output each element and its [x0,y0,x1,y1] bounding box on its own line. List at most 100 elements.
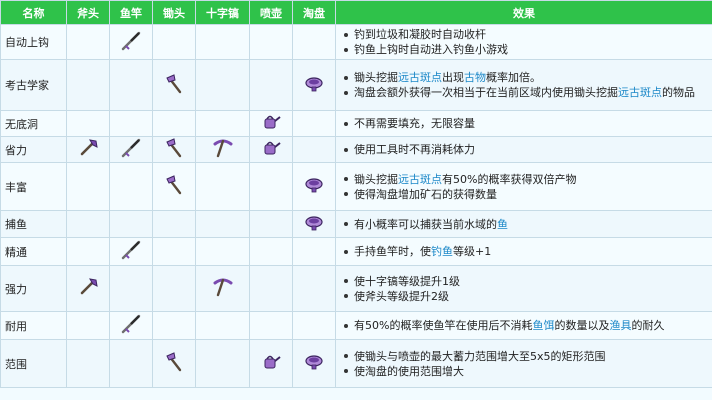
wiki-link[interactable]: 古物 [464,70,486,85]
bullet-icon [344,354,348,358]
tool-cell-watering-can [249,110,293,137]
effect-line: 手持鱼竿时，使 钓鱼 等级+1 [344,244,712,259]
fishing-rod-icon [120,313,142,338]
tool-cell-rod [109,339,153,388]
tool-cell-hoe [152,136,196,163]
enchant-name: 精通 [0,237,67,266]
effect-line: 有50%的概率使鱼竿在使用后不消耗 鱼饵 的数量以及 渔具 的耐久 [344,318,712,333]
tool-cell-watering-can [249,136,293,163]
header-pickaxe: 十字镐 [195,0,250,25]
wiki-link[interactable]: 远古斑点 [398,70,442,85]
effect-line: 有小概率可以捕获当前水域的鱼 [344,217,712,232]
tool-cell-hoe [152,265,196,312]
tool-cell-pickaxe [195,162,250,211]
tool-cell-hoe [152,237,196,266]
bullet-icon [344,90,348,95]
fishing-rod-icon [120,137,142,162]
tool-cell-pickaxe [195,265,250,312]
header-axe: 斧头 [66,0,110,25]
tool-cell-axe [66,311,110,340]
effect-cell: 有小概率可以捕获当前水域的鱼 [335,210,712,238]
wiki-link[interactable]: 远古斑点 [398,172,442,187]
tool-cell-axe [66,210,110,238]
effect-cell: 手持鱼竿时，使 钓鱼 等级+1 [335,237,712,266]
effect-line: 使用工具时不再消耗体力 [344,142,712,157]
tool-cell-axe [66,110,110,137]
tool-cell-watering-can [249,311,293,340]
tool-cell-pickaxe [195,59,250,111]
effect-cell: 使十字镐等级提升1级 使斧头等级提升2级 [335,265,712,312]
table-row: 强力 使十字镐等级提升1级 使斧头等级提升2级 [0,265,712,312]
enchant-name: 省力 [0,136,67,163]
tool-cell-pickaxe [195,311,250,340]
tool-cell-watering-can [249,24,293,60]
bullet-icon [344,47,348,52]
effect-line: 淘盘会额外获得一次相当于在当前区域内使用锄头挖掘 远古斑点 的物品 [344,85,712,100]
wiki-link[interactable]: 鱼饵 [532,318,554,333]
effect-text: 锄头挖掘 [354,71,398,84]
header-row: 名称 斧头 鱼竿 锄头 十字镐 喷壶 淘盘 效果 [0,0,712,25]
effect-text: 手持鱼竿时，使 [354,245,431,258]
table-row: 丰富 锄头挖掘 远古斑点 有50%的概率获得双倍产物 使得淘盘增加矿石的获得数量 [0,162,712,211]
effect-text: 有50%的概率使鱼竿在使用后不消耗 [354,319,533,332]
tool-cell-axe [66,162,110,211]
tool-cell-pickaxe [195,136,250,163]
wiki-link[interactable]: 钓鱼 [431,244,453,259]
tool-cell-pickaxe [195,110,250,137]
effect-line: 使淘盘的使用范围增大 [344,364,712,379]
effect-line: 不再需要填充，无限容量 [344,116,712,131]
tool-cell-hoe [152,210,196,238]
effect-text: 出现 [442,71,464,84]
tool-cell-watering-can [249,237,293,266]
tool-cell-axe [66,24,110,60]
tool-cell-pickaxe [195,24,250,60]
header-watering-can: 喷壶 [249,0,293,25]
fishing-rod-icon [120,239,142,264]
tool-cell-rod [109,110,153,137]
bullet-icon [344,75,348,80]
pickaxe-icon [212,276,234,301]
effect-text: 的物品 [662,86,695,99]
tool-cell-rod [109,237,153,266]
bullet-icon [344,249,348,254]
effect-line: 钓到垃圾和凝胶时自动收杆 [344,27,712,42]
tool-cell-axe [66,265,110,312]
effect-cell: 锄头挖掘 远古斑点 有50%的概率获得双倍产物 使得淘盘增加矿石的获得数量 [335,162,712,211]
effect-text: 有小概率可以捕获当前水域的 [354,217,497,231]
effect-text: 钓到垃圾和凝胶时自动收杆 [354,28,486,41]
enchant-name: 强力 [0,265,67,312]
header-name: 名称 [0,0,67,25]
pan-icon [303,212,325,237]
tool-cell-pickaxe [195,237,250,266]
tool-cell-watering-can [249,59,293,111]
tool-cell-axe [66,136,110,163]
effect-cell: 钓到垃圾和凝胶时自动收杆 钓鱼上钩时自动进入钓鱼小游戏 [335,24,712,60]
tool-cell-rod [109,210,153,238]
enchant-name: 自动上钩 [0,24,67,60]
tool-cell-pickaxe [195,339,250,388]
header-rod: 鱼竿 [109,0,153,25]
wiki-link[interactable]: 渔具 [609,318,631,333]
effect-cell: 有50%的概率使鱼竿在使用后不消耗 鱼饵 的数量以及 渔具 的耐久 [335,311,712,340]
enchant-name: 考古学家 [0,59,67,111]
wiki-link[interactable]: 远古斑点 [618,85,662,100]
tool-cell-hoe [152,24,196,60]
effect-cell: 锄头挖掘 远古斑点 出现 古物 概率加倍。 淘盘会额外获得一次相当于在当前区域内使用锄头挖… [335,59,712,111]
tool-cell-axe [66,339,110,388]
tool-cell-axe [66,59,110,111]
tool-cell-hoe [152,339,196,388]
enchant-name: 耐用 [0,311,67,340]
fishing-rod-icon [120,30,142,55]
wiki-link[interactable]: 鱼 [497,217,508,232]
tool-cell-rod [109,59,153,111]
tool-cell-pan [292,265,336,312]
watering-can-icon [260,137,282,162]
effect-line: 使得淘盘增加矿石的获得数量 [344,187,712,202]
effect-text: 使锄头与喷壶的最大蓄力范围增大至5x5的矩形范围 [354,349,606,363]
header-pan: 淘盘 [292,0,336,25]
effect-line: 钓鱼上钩时自动进入钓鱼小游戏 [344,42,712,57]
effect-text: 使用工具时不再消耗体力 [354,143,475,156]
enchant-name: 无底洞 [0,110,67,137]
enchant-name: 捕鱼 [0,210,67,238]
effect-text: 不再需要填充，无限容量 [354,117,475,130]
